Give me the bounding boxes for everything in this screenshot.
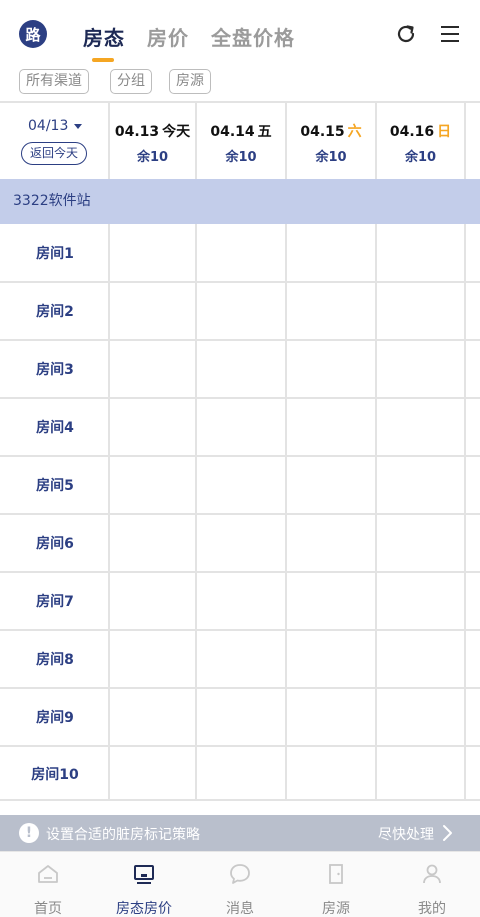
- nav-label: 房态房价: [116, 901, 172, 917]
- notice-banner[interactable]: ! 设置合适的脏房标记策略 尽快处理: [0, 815, 480, 851]
- day-weekday: 五: [257, 124, 272, 140]
- nav-rooms[interactable]: 房源: [288, 852, 384, 917]
- caret-down-icon: [74, 123, 83, 129]
- user-icon: [423, 864, 441, 884]
- grid-line: [0, 571, 480, 573]
- day-availability: 余10: [315, 150, 347, 165]
- filter-group[interactable]: 分组: [110, 69, 152, 94]
- grid-line: [0, 799, 480, 801]
- nav-room-status-price[interactable]: 房态房价: [96, 852, 192, 917]
- day-date: 04.16: [389, 124, 435, 140]
- nav-label: 消息: [226, 901, 254, 917]
- room-label[interactable]: 房间7: [0, 591, 110, 611]
- day-date: 04.14: [210, 124, 255, 140]
- bottom-nav: 首页 房态房价 消息 房源 我的: [0, 851, 480, 917]
- tab-all-prices[interactable]: 全盘价格: [211, 22, 295, 51]
- tab-room-status[interactable]: 房态: [83, 22, 125, 51]
- menu-icon[interactable]: [438, 22, 462, 46]
- room-label[interactable]: 房间2: [0, 301, 110, 321]
- day-weekday: 今天: [162, 124, 191, 140]
- date-picker-cell: 04/13 返回今天: [0, 101, 110, 179]
- grid-line: [0, 745, 480, 747]
- grid-line: [375, 224, 377, 801]
- selected-date: 04/13: [28, 118, 69, 134]
- door-icon: [329, 864, 343, 884]
- app-logo[interactable]: 路: [19, 20, 47, 48]
- back-to-today-button[interactable]: 返回今天: [21, 142, 87, 165]
- banner-action-link[interactable]: 尽快处理: [378, 824, 434, 844]
- warning-icon: !: [19, 823, 39, 843]
- grid-line: [0, 397, 480, 399]
- day-weekday: 六: [347, 124, 362, 140]
- day-title: 04.16 日: [377, 121, 464, 141]
- grid-line: [0, 687, 480, 689]
- grid-line: [195, 224, 197, 801]
- grid-line: [0, 629, 480, 631]
- day-title: 04.13 今天: [110, 121, 195, 141]
- day-header[interactable]: 04.14 五 余10: [197, 101, 285, 179]
- refresh-icon[interactable]: [394, 22, 418, 46]
- nav-messages[interactable]: 消息: [192, 852, 288, 917]
- day-date: 04.15: [300, 124, 345, 140]
- day-date: 04.13: [114, 124, 160, 140]
- grid-line: [0, 513, 480, 515]
- room-label[interactable]: 房间9: [0, 707, 110, 727]
- room-label[interactable]: 房间10: [0, 764, 110, 784]
- grid-line: [0, 339, 480, 341]
- day-weekday: 日: [437, 124, 452, 140]
- banner-message: 设置合适的脏房标记策略: [46, 827, 200, 843]
- day-header[interactable]: 04.16 日 余10: [377, 101, 464, 179]
- active-tab-indicator: [92, 58, 114, 62]
- room-label[interactable]: 房间1: [0, 243, 110, 263]
- grid-line: [0, 281, 480, 283]
- chevron-right-icon: [443, 825, 452, 841]
- tab-room-price[interactable]: 房价: [147, 22, 189, 51]
- room-status-grid: 04/13 返回今天 04.13 今天 余10 04.14 五 余10 04.15 六…: [0, 101, 480, 801]
- top-header: 路 房态 房价 全盘价格: [0, 0, 480, 64]
- monitor-icon: [134, 865, 154, 884]
- channel-row[interactable]: 3322软件站: [0, 179, 480, 224]
- date-selector[interactable]: 04/13: [28, 118, 83, 134]
- home-icon: [38, 865, 58, 883]
- day-availability: 余10: [225, 150, 257, 165]
- filter-all-channels[interactable]: 所有渠道: [19, 69, 89, 94]
- day-header[interactable]: 04.15 六 余10: [287, 101, 375, 179]
- chat-icon: [230, 864, 250, 884]
- nav-label: 房源: [322, 901, 350, 917]
- day-header[interactable]: 04.13 今天 余10: [110, 101, 195, 179]
- room-label[interactable]: 房间3: [0, 359, 110, 379]
- nav-label: 我的: [418, 901, 446, 917]
- grid-line: [0, 455, 480, 457]
- day-availability: 余10: [404, 150, 437, 165]
- room-label[interactable]: 房间6: [0, 533, 110, 553]
- grid-line: [285, 224, 287, 801]
- day-availability: 余10: [136, 150, 169, 165]
- day-title: 04.14 五: [197, 121, 285, 141]
- room-label[interactable]: 房间5: [0, 475, 110, 495]
- grid-line: [464, 101, 466, 179]
- nav-home[interactable]: 首页: [0, 852, 96, 917]
- grid-line: [464, 224, 466, 801]
- day-title: 04.15 六: [287, 121, 375, 141]
- filter-rooms[interactable]: 房源: [169, 69, 211, 94]
- nav-label: 首页: [34, 901, 62, 917]
- room-label[interactable]: 房间4: [0, 417, 110, 437]
- room-label[interactable]: 房间8: [0, 649, 110, 669]
- nav-profile[interactable]: 我的: [384, 852, 480, 917]
